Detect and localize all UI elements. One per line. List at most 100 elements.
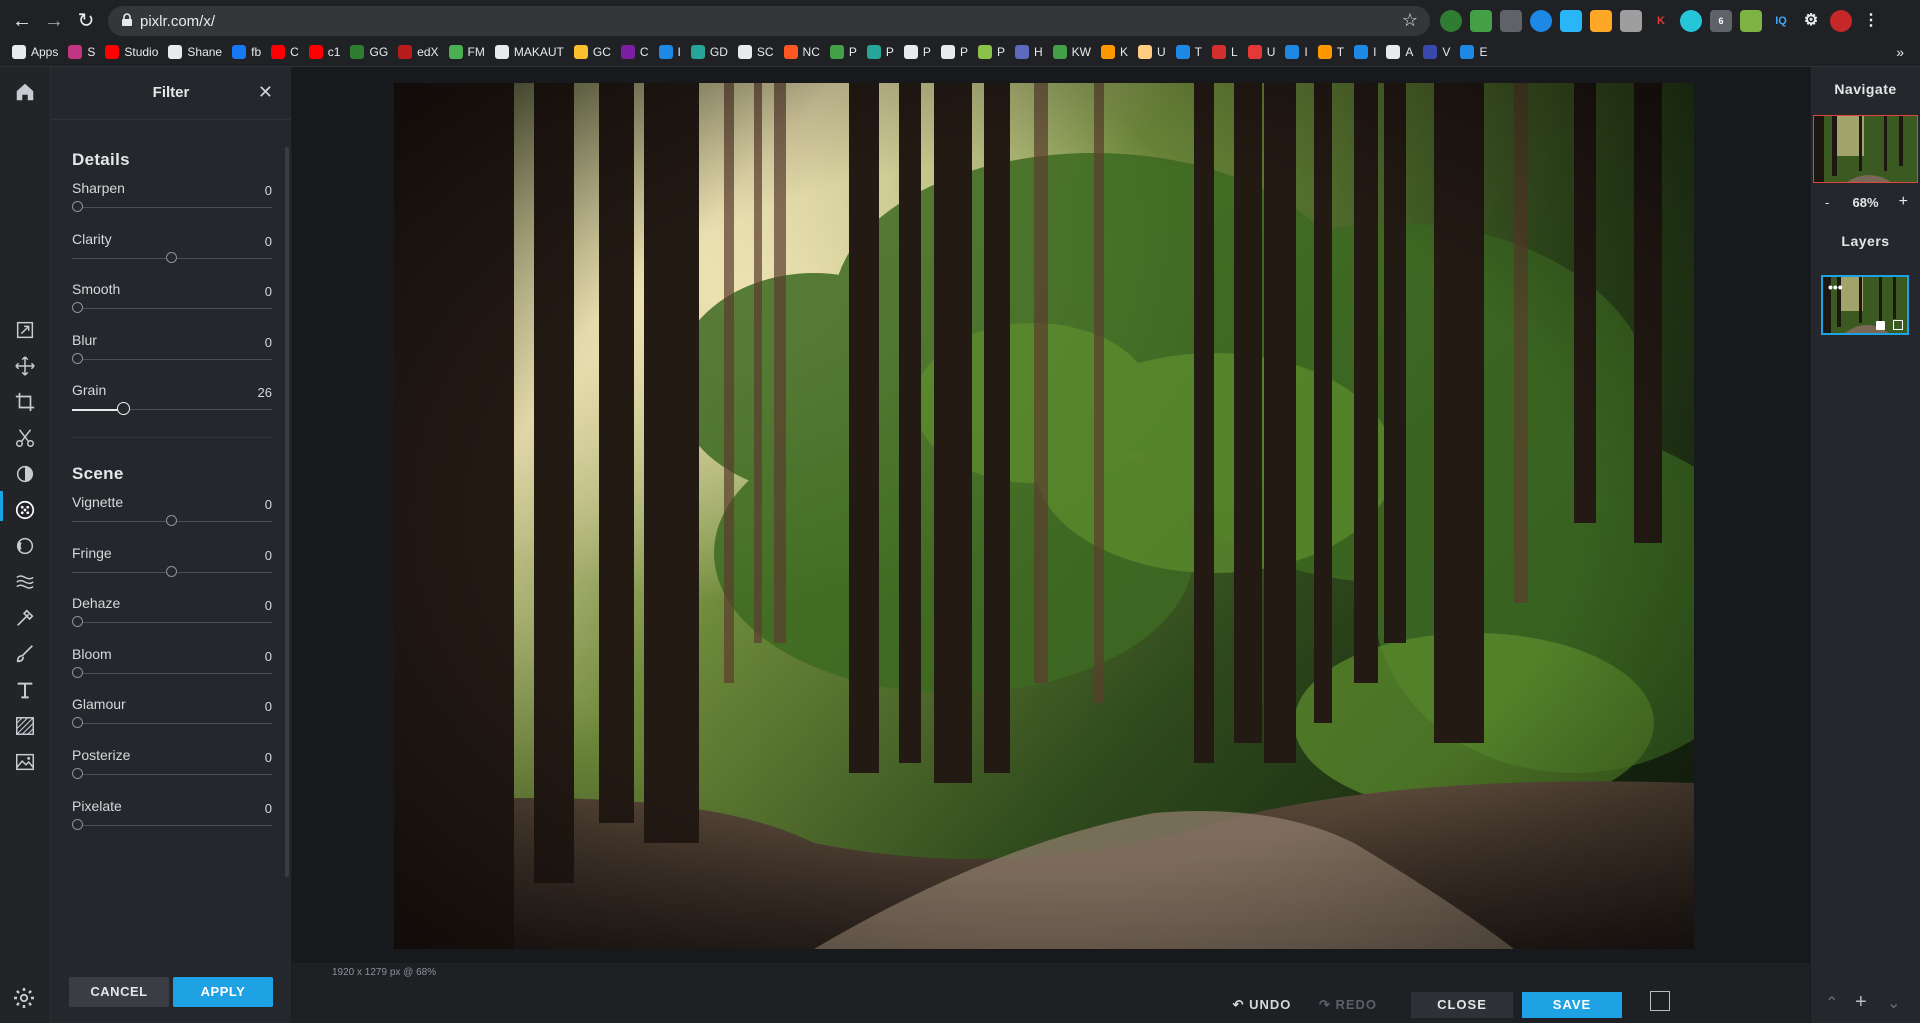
arrange-icon[interactable] — [12, 317, 38, 343]
adjustment-icon[interactable] — [12, 461, 38, 487]
bookmark-item[interactable]: E — [1460, 45, 1487, 59]
extension-icon[interactable] — [1530, 10, 1552, 32]
crop-icon[interactable] — [12, 389, 38, 415]
bookmark-item[interactable]: P — [903, 45, 931, 59]
slider-handle[interactable] — [166, 515, 177, 526]
bookmark-item[interactable]: K — [1100, 45, 1128, 59]
layer-thumbnail[interactable]: ••• — [1821, 275, 1909, 335]
bookmark-item[interactable]: NC — [783, 45, 820, 59]
brush-icon[interactable] — [12, 641, 38, 667]
slider-handle[interactable] — [117, 402, 130, 416]
bookmark-item[interactable]: L — [1212, 45, 1238, 59]
panel-toggle-icon[interactable] — [1650, 991, 1670, 1011]
bookmark-star-icon[interactable]: ☆ — [1402, 10, 1418, 31]
slider-handle[interactable] — [72, 666, 83, 678]
menu-kebab-icon[interactable]: ⋮ — [1860, 10, 1882, 32]
bookmark-item[interactable]: U — [1247, 45, 1275, 59]
slider-track[interactable] — [72, 358, 272, 360]
slider-track[interactable] — [72, 824, 272, 826]
retouch-icon[interactable] — [12, 605, 38, 631]
bookmark-item[interactable]: P — [940, 45, 968, 59]
home-icon[interactable] — [12, 79, 38, 105]
bookmark-item[interactable]: I — [658, 45, 681, 59]
navigator-thumbnail[interactable] — [1813, 115, 1918, 183]
extension-icon[interactable] — [1470, 10, 1492, 32]
move-icon[interactable] — [12, 353, 38, 379]
extension-icon[interactable] — [1620, 10, 1642, 32]
canvas-image[interactable] — [394, 83, 1694, 949]
chevron-up-icon[interactable]: ⌃ — [1825, 993, 1838, 1013]
extension-icon[interactable] — [1680, 10, 1702, 32]
bookmark-item[interactable]: S — [68, 45, 95, 59]
bookmark-item[interactable]: V — [1423, 45, 1450, 59]
slider-handle[interactable] — [72, 352, 83, 364]
text-icon[interactable] — [12, 677, 38, 703]
slider-track[interactable] — [72, 774, 272, 775]
bookmark-item[interactable]: A — [1386, 45, 1413, 59]
bookmark-item[interactable]: MAKAUT — [494, 45, 564, 59]
undo-button[interactable]: ↶ UNDO — [1220, 992, 1304, 1018]
liquify-icon[interactable] — [12, 569, 38, 595]
save-button[interactable]: SAVE — [1522, 992, 1622, 1018]
avatar[interactable] — [1830, 10, 1852, 32]
cutout-scissors-icon[interactable] — [12, 425, 38, 451]
bookmark-item[interactable]: GG — [350, 45, 388, 59]
bookmark-item[interactable]: Studio — [105, 45, 158, 59]
add-image-icon[interactable] — [12, 749, 38, 775]
extension-icon[interactable]: IQ — [1770, 10, 1792, 32]
extension-badge-icon[interactable]: 6 — [1710, 10, 1732, 32]
extension-icon[interactable] — [1740, 10, 1762, 32]
address-bar[interactable]: pixlr.com/x/ ☆ — [108, 6, 1430, 36]
slider-track[interactable] — [72, 622, 272, 624]
zoom-in-button[interactable]: + — [1899, 193, 1908, 211]
bookmark-item[interactable]: C — [271, 45, 299, 59]
filter-icon[interactable] — [12, 497, 38, 523]
slider-handle[interactable] — [72, 768, 83, 779]
slider-handle[interactable] — [72, 201, 83, 212]
bookmark-item[interactable]: P — [977, 45, 1005, 59]
redo-button[interactable]: ↷ REDO — [1306, 992, 1390, 1018]
slider-track[interactable] — [72, 207, 272, 208]
bookmark-item[interactable]: C — [620, 45, 649, 59]
cancel-button[interactable]: CANCEL — [69, 977, 169, 1007]
bookmark-item[interactable]: T — [1175, 45, 1202, 59]
panel-scrollbar[interactable] — [285, 147, 289, 877]
bookmark-item[interactable]: KW — [1052, 45, 1091, 59]
bookmark-item[interactable]: T — [1317, 45, 1344, 59]
slider-track[interactable] — [72, 308, 272, 310]
puzzle-icon[interactable]: ⚙ — [1800, 10, 1822, 32]
slider-handle[interactable] — [72, 717, 83, 729]
bookmark-item[interactable]: fb — [232, 45, 261, 59]
chevron-down-icon[interactable]: ⌄ — [1887, 993, 1900, 1013]
bookmark-item[interactable]: Apps — [12, 45, 58, 59]
visibility-checkbox-icon[interactable] — [1893, 320, 1903, 330]
reload-icon[interactable]: ↻ — [74, 9, 98, 33]
bookmark-item[interactable]: Shane — [168, 45, 222, 59]
bookmark-item[interactable]: H — [1014, 45, 1043, 59]
bookmark-item[interactable]: U — [1138, 45, 1166, 59]
effect-icon[interactable] — [12, 533, 38, 559]
camera-extension-icon[interactable] — [1500, 10, 1522, 32]
close-button[interactable]: CLOSE — [1411, 992, 1513, 1018]
slider-handle[interactable] — [166, 565, 177, 577]
slider-track[interactable] — [72, 672, 272, 674]
bookmark-item[interactable]: GD — [690, 45, 728, 59]
bookmark-item[interactable]: GC — [573, 45, 611, 59]
bookmark-item[interactable]: I — [1285, 45, 1308, 59]
settings-gear-icon[interactable] — [12, 986, 38, 1012]
slider-track[interactable] — [72, 723, 272, 725]
bookmark-item[interactable]: I — [1354, 45, 1376, 59]
slider-handle[interactable] — [72, 302, 83, 314]
lock-icon[interactable] — [1876, 321, 1885, 330]
slider-handle[interactable] — [72, 616, 83, 628]
extension-icon[interactable] — [1440, 10, 1462, 32]
pattern-fill-icon[interactable] — [12, 713, 38, 739]
layer-options-icon[interactable]: ••• — [1828, 279, 1843, 295]
apply-button[interactable]: APPLY — [173, 977, 273, 1007]
extension-icon[interactable] — [1590, 10, 1612, 32]
bookmark-item[interactable]: c1 — [308, 45, 340, 59]
bookmark-item[interactable]: FM — [448, 45, 485, 59]
close-icon[interactable]: ✕ — [258, 82, 273, 103]
bookmark-item[interactable]: P — [829, 45, 857, 59]
extension-icon[interactable] — [1560, 10, 1582, 32]
